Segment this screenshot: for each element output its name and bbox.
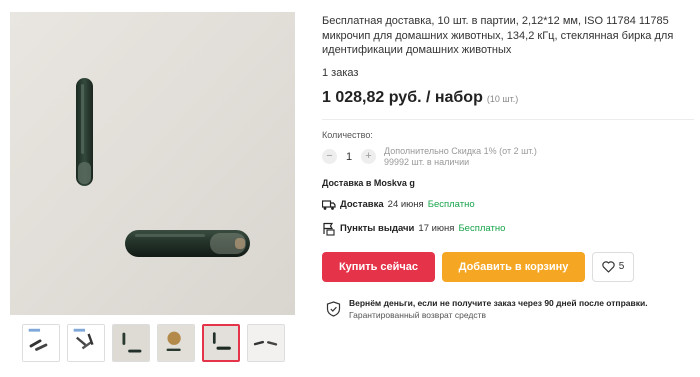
delivery-price: Бесплатно (427, 199, 475, 210)
add-to-cart-button[interactable]: Добавить в корзину (442, 251, 585, 282)
wishlist-count: 5 (618, 261, 625, 272)
glass-tag-photo (10, 12, 295, 315)
heart-icon (602, 260, 615, 273)
wishlist-button[interactable]: 5 (592, 251, 634, 282)
product-title: Бесплатная доставка, 10 шт. в партии, 2,… (322, 15, 674, 56)
quantity-plus-button[interactable]: + (361, 149, 376, 164)
delivery-label: Доставка (340, 199, 384, 210)
pickup-point-icon (322, 222, 336, 236)
orders-count: 1 заказ (322, 66, 359, 79)
thumbnail-4[interactable] (157, 324, 195, 362)
pickup-option: Пункты выдачи 17 июня Бесплатно (322, 222, 694, 236)
thumbnail-1[interactable] (22, 324, 60, 362)
divider (322, 118, 694, 120)
product-info: Бесплатная доставка, 10 шт. в партии, 2,… (321, 14, 694, 320)
ship-to-location[interactable]: Доставка в Moskva g (322, 178, 694, 188)
guarantee-subtitle: Гарантированный возврат средств (349, 309, 486, 320)
buyer-protection: Вернём деньги, если не получите заказ че… (322, 298, 694, 320)
pickup-price: Бесплатно (458, 223, 506, 234)
thumbnail-3[interactable] (112, 324, 150, 362)
guarantee-text: Вернём деньги, если не получите заказ че… (349, 298, 648, 320)
guarantee-title: Вернём деньги, если не получите заказ че… (349, 297, 648, 308)
price-row: 1 028,82 руб. / набор (10 шт.) (322, 89, 694, 107)
thumbnail-strip (22, 324, 285, 362)
price: 1 028,82 руб. / набор (322, 88, 483, 106)
thumbnail-2[interactable] (67, 324, 105, 362)
shield-check-icon (326, 300, 341, 317)
thumbnail-5[interactable] (202, 324, 240, 362)
quantity-notes: Дополнительно Скидка 1% (от 2 шт.) 99992… (384, 146, 537, 168)
price-unit: (10 шт.) (486, 93, 519, 104)
truck-icon (321, 198, 336, 212)
quantity-minus-button[interactable]: − (322, 149, 337, 164)
stock-note: 99992 шт. в наличии (384, 156, 470, 167)
pickup-label: Пункты выдачи (340, 223, 415, 234)
pickup-date: 17 июня (418, 223, 455, 234)
main-product-image[interactable] (10, 12, 295, 315)
thumbnail-6[interactable] (247, 324, 285, 362)
discount-note: Дополнительно Скидка 1% (от 2 шт.) (384, 145, 537, 156)
quantity-stepper: − 1 + Дополнительно Скидка 1% (от 2 шт.)… (322, 146, 694, 168)
delivery-date: 24 июня (387, 199, 424, 210)
quantity-label: Количество: (322, 129, 373, 140)
buy-now-button[interactable]: Купить сейчас (322, 251, 435, 282)
action-buttons: Купить сейчас Добавить в корзину 5 (322, 251, 694, 282)
delivery-option: Доставка 24 июня Бесплатно (321, 198, 694, 212)
quantity-value[interactable]: 1 (337, 151, 361, 163)
